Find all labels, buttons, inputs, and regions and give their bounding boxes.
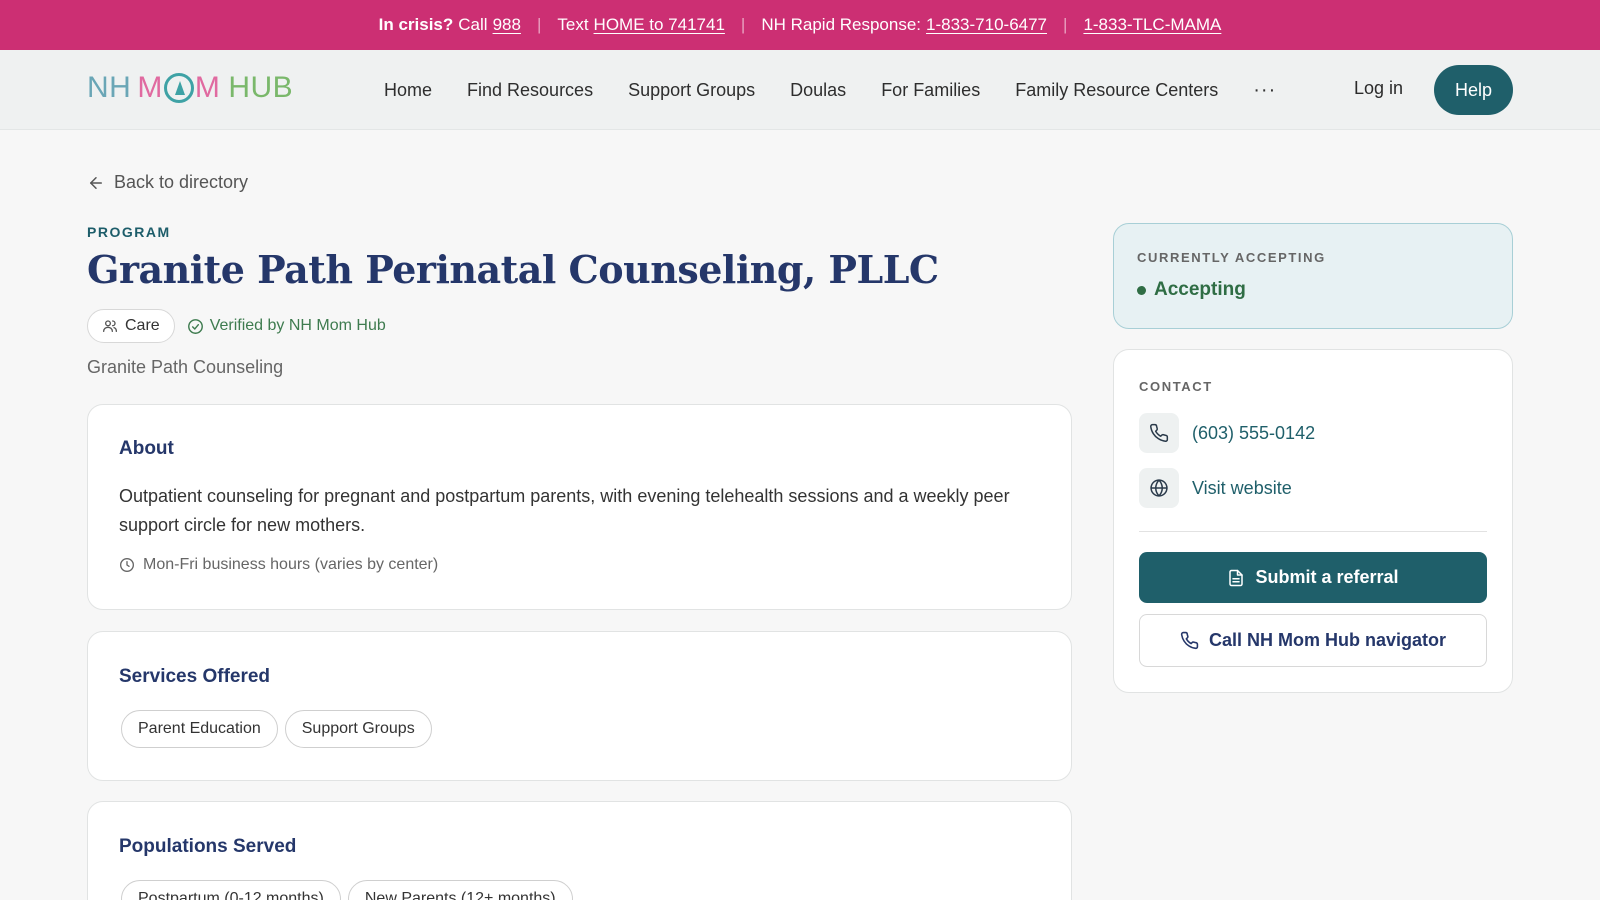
more-menu-icon[interactable]: ···	[1253, 79, 1276, 102]
crisis-rapid-segment: NH Rapid Response: 1-833-710-6477	[761, 15, 1047, 35]
status-label: CURRENTLY ACCEPTING	[1137, 250, 1326, 265]
crisis-prefix: In crisis?	[378, 15, 454, 34]
crisis-text-label: Text	[557, 15, 589, 34]
about-body: Outpatient counseling for pregnant and p…	[119, 486, 1010, 535]
status-badge: Accepting	[1137, 279, 1246, 301]
program-tags: Care Verified by NH Mom Hub	[87, 309, 386, 343]
services-heading: Services Offered	[119, 666, 271, 687]
logo-mom: MM	[137, 71, 220, 105]
crisis-text-segment: Text HOME to 741741	[557, 15, 725, 35]
status-value: Accepting	[1154, 279, 1246, 300]
crisis-call-label: Call	[458, 15, 488, 34]
logo-mom-m2: M	[194, 71, 221, 104]
nav-for-families[interactable]: For Families	[881, 80, 980, 101]
top-navigation: NH MM HUB Home Find Resources Support Gr…	[0, 50, 1600, 130]
service-pill[interactable]: Support Groups	[284, 710, 432, 748]
contact-card: CONTACT (603) 555-0142 Visit website Sub…	[1113, 349, 1513, 693]
divider: |	[536, 15, 542, 34]
crisis-rapid-link[interactable]: 1-833-710-6477	[926, 15, 1047, 35]
crisis-tlc-link[interactable]: 1-833-TLC-MAMA	[1083, 15, 1221, 35]
accepting-status-card: CURRENTLY ACCEPTING Accepting	[1113, 223, 1513, 329]
nav-links: Home Find Resources Support Groups Doula…	[384, 50, 1276, 130]
crisis-rapid-label: NH Rapid Response:	[761, 15, 922, 34]
logo-hub: HUB	[228, 71, 294, 104]
back-to-directory-link[interactable]: Back to directory	[87, 172, 248, 193]
login-link[interactable]: Log in	[1354, 78, 1403, 99]
about-heading: About	[119, 438, 174, 459]
about-card: About Outpatient counseling for pregnant…	[87, 404, 1072, 610]
category-chip[interactable]: Care	[87, 309, 175, 343]
crisis-text-link[interactable]: HOME to 741741	[594, 15, 725, 35]
phone-icon	[1180, 631, 1199, 650]
hours-row: Mon-Fri business hours (varies by center…	[119, 556, 438, 574]
status-dot-icon	[1137, 285, 1146, 295]
document-icon	[1229, 569, 1244, 586]
contact-divider	[1139, 531, 1487, 532]
contact-label: CONTACT	[1139, 379, 1213, 394]
call-navigator-button[interactable]: Call NH Mom Hub navigator	[1139, 614, 1487, 667]
nav-home[interactable]: Home	[384, 80, 432, 101]
contact-website-link[interactable]: Visit website	[1139, 468, 1292, 508]
submit-referral-button[interactable]: Submit a referral	[1139, 552, 1487, 603]
page-title: Granite Path Perinatal Counseling, PLLC	[87, 247, 939, 292]
populations-list: Postpartum (0-12 months) New Parents (12…	[121, 880, 573, 900]
website-label: Visit website	[1192, 477, 1292, 498]
back-link-label: Back to directory	[114, 172, 249, 192]
logo-nh: NH	[87, 71, 132, 104]
services-list: Parent Education Support Groups	[121, 710, 432, 748]
program-kicker: PROGRAM	[87, 224, 171, 240]
phone-icon-box	[1139, 413, 1179, 453]
nav-find-resources[interactable]: Find Resources	[467, 80, 593, 101]
organization-name: Granite Path Counseling	[87, 357, 284, 377]
services-card: Services Offered Parent Education Suppor…	[87, 631, 1072, 781]
globe-icon-box	[1139, 468, 1179, 508]
people-icon	[103, 320, 117, 332]
logo-mother-icon	[163, 73, 194, 103]
hours-text: Mon-Fri business hours (varies by center…	[143, 556, 439, 573]
globe-icon	[1150, 479, 1168, 497]
check-circle-icon	[187, 318, 203, 334]
population-pill[interactable]: Postpartum (0-12 months)	[121, 880, 341, 900]
logo-mom-m1: M	[137, 71, 163, 104]
arrow-left-icon	[90, 176, 102, 189]
phone-number: (603) 555-0142	[1192, 422, 1316, 443]
verified-label: Verified by NH Mom Hub	[209, 317, 386, 334]
crisis-banner: In crisis? Call 988 | Text HOME to 74174…	[0, 0, 1600, 50]
phone-icon	[1150, 423, 1169, 442]
population-pill[interactable]: New Parents (12+ months)	[347, 880, 573, 900]
nav-doulas[interactable]: Doulas	[790, 80, 846, 101]
service-pill[interactable]: Parent Education	[121, 710, 278, 748]
verified-badge: Verified by NH Mom Hub	[187, 317, 386, 335]
crisis-call-segment: In crisis? Call 988	[379, 15, 521, 35]
crisis-988-link[interactable]: 988	[493, 15, 521, 35]
site-logo[interactable]: NH MM HUB	[87, 71, 293, 105]
contact-phone-link[interactable]: (603) 555-0142	[1139, 413, 1315, 453]
populations-heading: Populations Served	[119, 836, 297, 857]
clock-icon	[120, 558, 134, 572]
help-button[interactable]: Help	[1434, 65, 1513, 115]
populations-card: Populations Served Postpartum (0-12 mont…	[87, 801, 1072, 900]
call-navigator-label: Call NH Mom Hub navigator	[1208, 630, 1446, 650]
category-label: Care	[125, 317, 160, 334]
crisis-tlc-segment: 1-833-TLC-MAMA	[1083, 15, 1221, 35]
nav-family-resource-centers[interactable]: Family Resource Centers	[1015, 80, 1218, 101]
submit-referral-label: Submit a referral	[1255, 567, 1399, 587]
divider: |	[740, 15, 746, 34]
nav-support-groups[interactable]: Support Groups	[628, 80, 755, 101]
divider: |	[1063, 15, 1068, 34]
